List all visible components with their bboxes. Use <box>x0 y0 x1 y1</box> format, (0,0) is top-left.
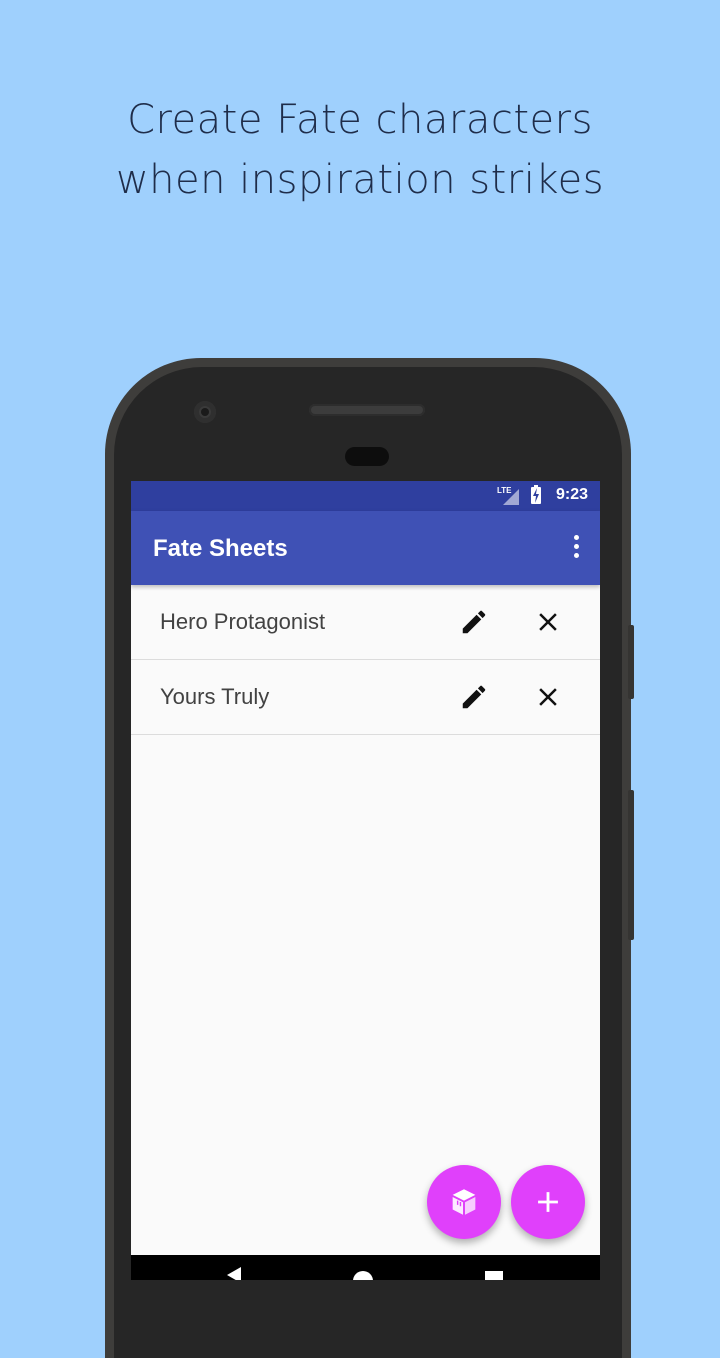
pencil-icon[interactable] <box>459 682 489 712</box>
phone-side-button <box>628 625 634 699</box>
front-camera <box>194 401 216 423</box>
list-item[interactable]: Hero Protagonist <box>131 585 600 660</box>
promo-headline-line2: when inspiration strikes <box>115 157 605 203</box>
template-fab-button[interactable] <box>427 1165 501 1239</box>
pencil-icon[interactable] <box>459 607 489 637</box>
recents-icon[interactable] <box>485 1271 503 1280</box>
phone-volume-button <box>628 790 634 940</box>
character-name: Yours Truly <box>160 684 270 709</box>
earpiece-speaker <box>309 404 425 416</box>
character-list: Hero Protagonist Yours Truly <box>131 585 600 735</box>
status-bar: LTE 9:23 <box>131 481 600 511</box>
promo-headline-line1: Create Fate characters <box>127 97 593 143</box>
proximity-sensor <box>345 447 389 466</box>
list-item[interactable]: Yours Truly <box>131 660 600 735</box>
close-icon[interactable] <box>533 607 563 637</box>
plus-icon <box>538 1192 558 1212</box>
phone-screen: LTE 9:23 Fate Sheets Hero Protagonist Yo… <box>131 481 600 1280</box>
close-icon[interactable] <box>533 682 563 712</box>
home-icon[interactable] <box>353 1271 373 1280</box>
add-character-fab-button[interactable] <box>511 1165 585 1239</box>
signal-icon <box>503 489 519 505</box>
app-bar: Fate Sheets <box>131 511 600 585</box>
app-title: Fate Sheets <box>153 535 288 562</box>
character-name: Hero Protagonist <box>160 609 326 634</box>
battery-charging-icon <box>531 485 541 504</box>
navigation-bar <box>131 1255 600 1280</box>
more-vert-icon[interactable] <box>564 533 588 563</box>
box-icon <box>452 1189 476 1215</box>
status-time: 9:23 <box>555 486 588 503</box>
back-icon[interactable] <box>227 1267 241 1280</box>
promo-headline: Create Fate characters when inspiration … <box>0 90 720 210</box>
